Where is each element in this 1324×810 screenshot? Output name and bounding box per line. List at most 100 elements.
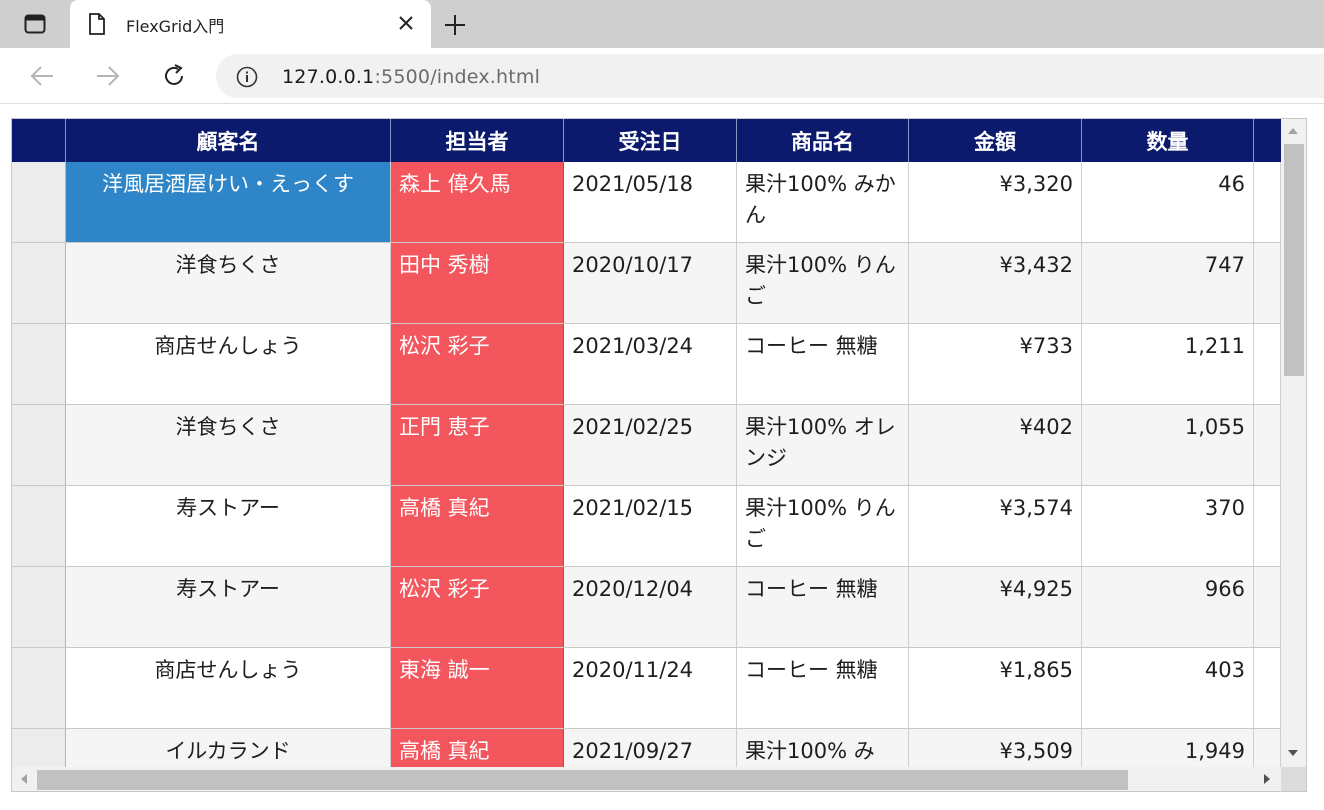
cell-extra[interactable] xyxy=(1254,162,1281,242)
row-header[interactable] xyxy=(12,486,66,566)
column-header-rep[interactable]: 担当者 xyxy=(391,119,564,162)
grid-body: 洋風居酒屋けい・えっくす 森上 偉久馬 2021/05/18 果汁100% みか… xyxy=(12,162,1281,767)
browser-tab-active[interactable]: FlexGrid入門 xyxy=(70,0,431,48)
cell-customer[interactable]: 商店せんしょう xyxy=(66,324,391,404)
column-header-date[interactable]: 受注日 xyxy=(564,119,737,162)
cell-date[interactable]: 2021/03/24 xyxy=(564,324,737,404)
table-row: 商店せんしょう 松沢 彩子 2021/03/24 コーヒー 無糖 ¥733 1,… xyxy=(12,324,1281,405)
cell-rep[interactable]: 松沢 彩子 xyxy=(391,567,564,647)
cell-extra[interactable] xyxy=(1254,567,1281,647)
row-header[interactable] xyxy=(12,162,66,242)
flexgrid: 顧客名 担当者 受注日 商品名 金額 数量 洋風居酒屋けい・えっくす 森上 偉久… xyxy=(11,118,1307,792)
cell-amount[interactable]: ¥402 xyxy=(909,405,1082,485)
cell-amount[interactable]: ¥3,574 xyxy=(909,486,1082,566)
cell-quantity[interactable]: 1,055 xyxy=(1082,405,1254,485)
cell-quantity[interactable]: 1,211 xyxy=(1082,324,1254,404)
cell-quantity[interactable]: 747 xyxy=(1082,243,1254,323)
cell-extra[interactable] xyxy=(1254,486,1281,566)
cell-customer[interactable]: 洋風居酒屋けい・えっくす xyxy=(66,162,391,242)
url-path: :5500/index.html xyxy=(374,66,541,88)
cell-product[interactable]: 果汁100% オレンジ xyxy=(737,405,909,485)
url-host: 127.0.0.1 xyxy=(282,66,375,88)
row-header[interactable] xyxy=(12,243,66,323)
column-header-product[interactable]: 商品名 xyxy=(737,119,909,162)
cell-amount[interactable]: ¥1,865 xyxy=(909,648,1082,728)
cell-rep[interactable]: 高橋 真紀 xyxy=(391,729,564,767)
cell-rep[interactable]: 東海 誠一 xyxy=(391,648,564,728)
cell-customer[interactable]: 洋食ちくさ xyxy=(66,243,391,323)
cell-extra[interactable] xyxy=(1254,729,1281,767)
cell-product[interactable]: コーヒー 無糖 xyxy=(737,648,909,728)
cell-rep[interactable]: 高橋 真紀 xyxy=(391,486,564,566)
cell-extra[interactable] xyxy=(1254,648,1281,728)
table-row: 洋食ちくさ 田中 秀樹 2020/10/17 果汁100% りんご ¥3,432… xyxy=(12,243,1281,324)
column-header-quantity[interactable]: 数量 xyxy=(1082,119,1254,162)
cell-extra[interactable] xyxy=(1254,405,1281,485)
page-icon xyxy=(89,13,105,35)
cell-quantity[interactable]: 1,949 xyxy=(1082,729,1254,767)
row-header[interactable] xyxy=(12,405,66,485)
cell-extra[interactable] xyxy=(1254,324,1281,404)
cell-amount[interactable]: ¥733 xyxy=(909,324,1082,404)
cell-customer[interactable]: 寿ストアー xyxy=(66,486,391,566)
cell-quantity[interactable]: 370 xyxy=(1082,486,1254,566)
reload-button[interactable] xyxy=(158,60,190,92)
info-icon[interactable] xyxy=(236,66,258,88)
cell-date[interactable]: 2021/02/15 xyxy=(564,486,737,566)
cell-customer[interactable]: 洋食ちくさ xyxy=(66,405,391,485)
row-header[interactable] xyxy=(12,324,66,404)
cell-customer[interactable]: イルカランド xyxy=(66,729,391,767)
cell-date[interactable]: 2020/10/17 xyxy=(564,243,737,323)
tab-actions-icon xyxy=(24,14,46,34)
cell-amount[interactable]: ¥3,509 xyxy=(909,729,1082,767)
cell-product[interactable]: 果汁100% りんご xyxy=(737,486,909,566)
scrollbar-corner xyxy=(1281,767,1306,791)
table-row: 寿ストアー 松沢 彩子 2020/12/04 コーヒー 無糖 ¥4,925 96… xyxy=(12,567,1281,648)
horizontal-scrollbar[interactable] xyxy=(12,767,1281,791)
new-tab-button[interactable] xyxy=(440,10,470,40)
row-header[interactable] xyxy=(12,567,66,647)
cell-product[interactable]: コーヒー 無糖 xyxy=(737,567,909,647)
vertical-scroll-thumb[interactable] xyxy=(1284,144,1304,376)
cell-date[interactable]: 2020/12/04 xyxy=(564,567,737,647)
cell-product[interactable]: 果汁100% み xyxy=(737,729,909,767)
horizontal-scroll-thumb[interactable] xyxy=(37,770,1128,790)
address-bar[interactable]: 127.0.0.1:5500/index.html xyxy=(216,54,1324,98)
column-header-amount[interactable]: 金額 xyxy=(909,119,1082,162)
cell-product[interactable]: コーヒー 無糖 xyxy=(737,324,909,404)
cell-rep[interactable]: 田中 秀樹 xyxy=(391,243,564,323)
cell-rep[interactable]: 森上 偉久馬 xyxy=(391,162,564,242)
cell-customer[interactable]: 寿ストアー xyxy=(66,567,391,647)
cell-date[interactable]: 2021/09/27 xyxy=(564,729,737,767)
cell-product[interactable]: 果汁100% みかん xyxy=(737,162,909,242)
cell-extra[interactable] xyxy=(1254,243,1281,323)
scroll-down-arrow-icon[interactable] xyxy=(1288,750,1298,756)
back-arrow-icon xyxy=(30,66,53,86)
cell-amount[interactable]: ¥3,432 xyxy=(909,243,1082,323)
tab-actions-button[interactable] xyxy=(0,0,70,48)
cell-product[interactable]: 果汁100% りんご xyxy=(737,243,909,323)
forward-button[interactable] xyxy=(92,60,124,92)
vertical-scrollbar[interactable] xyxy=(1281,119,1306,767)
row-header[interactable] xyxy=(12,729,66,767)
scroll-right-arrow-icon[interactable] xyxy=(1264,774,1270,784)
tab-close-icon[interactable] xyxy=(395,12,417,34)
row-header[interactable] xyxy=(12,648,66,728)
cell-rep[interactable]: 松沢 彩子 xyxy=(391,324,564,404)
cell-date[interactable]: 2021/02/25 xyxy=(564,405,737,485)
cell-amount[interactable]: ¥3,320 xyxy=(909,162,1082,242)
cell-customer[interactable]: 商店せんしょう xyxy=(66,648,391,728)
scroll-left-arrow-icon[interactable] xyxy=(21,774,27,784)
column-header-customer[interactable]: 顧客名 xyxy=(66,119,391,162)
scroll-up-arrow-icon[interactable] xyxy=(1288,128,1298,134)
cell-date[interactable]: 2020/11/24 xyxy=(564,648,737,728)
cell-date[interactable]: 2021/05/18 xyxy=(564,162,737,242)
table-row: 寿ストアー 高橋 真紀 2021/02/15 果汁100% りんご ¥3,574… xyxy=(12,486,1281,567)
cell-quantity[interactable]: 46 xyxy=(1082,162,1254,242)
cell-quantity[interactable]: 403 xyxy=(1082,648,1254,728)
back-button[interactable] xyxy=(26,60,58,92)
reload-icon xyxy=(165,64,183,85)
cell-amount[interactable]: ¥4,925 xyxy=(909,567,1082,647)
cell-quantity[interactable]: 966 xyxy=(1082,567,1254,647)
cell-rep[interactable]: 正門 恵子 xyxy=(391,405,564,485)
